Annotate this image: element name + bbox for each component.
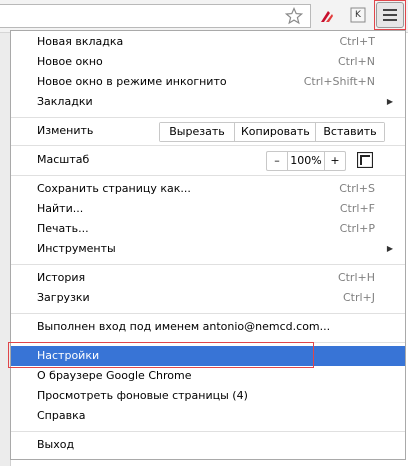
settings-highlight-frame: [8, 342, 314, 368]
menu-item-label: Просмотреть фоновые страницы (4): [37, 389, 248, 402]
menu-item-label: Печать...: [37, 222, 89, 235]
menu-item-label: Новое окно в режиме инкогнито: [37, 75, 227, 88]
menu-item-label: Загрузки: [37, 291, 90, 304]
menu-item-zoom: Масштаб – 100% +: [11, 149, 405, 171]
menu-item-label: Изменить: [37, 124, 94, 137]
menu-separator: [11, 431, 405, 432]
menu-separator: [11, 175, 405, 176]
menu-item-bookmarks[interactable]: Закладки ▶: [11, 92, 405, 112]
menu-item-exit[interactable]: Выход: [11, 435, 405, 455]
menu-item-shortcut: Ctrl+T: [339, 35, 375, 48]
cut-button[interactable]: Вырезать: [160, 123, 235, 141]
submenu-arrow-icon: ▶: [386, 244, 393, 253]
menu-item-label: Закладки: [37, 95, 93, 108]
menu-item-shortcut: Ctrl+H: [337, 271, 375, 284]
menu-item-shortcut: Ctrl+Shift+N: [303, 75, 375, 88]
menu-item-shortcut: Ctrl+N: [337, 55, 375, 68]
menu-item-new-window[interactable]: Новое окно Ctrl+N: [11, 52, 405, 72]
menu-item-label: Сохранить страницу как...: [37, 182, 191, 195]
menu-item-print[interactable]: Печать... Ctrl+P: [11, 219, 405, 239]
browser-toolbar: K: [0, 0, 408, 33]
zoom-out-button[interactable]: –: [267, 152, 288, 170]
menu-item-new-tab[interactable]: Новая вкладка Ctrl+T: [11, 32, 405, 52]
zoom-in-button[interactable]: +: [325, 152, 345, 170]
bookmark-star-icon[interactable]: [284, 6, 304, 26]
menu-item-label: История: [37, 271, 86, 284]
menu-item-find[interactable]: Найти... Ctrl+F: [11, 199, 405, 219]
fullscreen-button[interactable]: [355, 150, 375, 170]
edit-button-group: Вырезать Копировать Вставить: [159, 122, 385, 142]
menu-item-label: Выход: [37, 438, 75, 451]
menu-item-label: Инструменты: [37, 242, 116, 255]
menu-item-label: Масштаб: [37, 153, 90, 166]
menu-item-help[interactable]: Справка: [11, 406, 405, 426]
menu-item-shortcut: Ctrl+F: [339, 202, 375, 215]
menu-separator: [11, 145, 405, 146]
menu-item-shortcut: Ctrl+S: [339, 182, 375, 195]
menu-item-background-pages[interactable]: Просмотреть фоновые страницы (4): [11, 386, 405, 406]
extension-k-icon[interactable]: K: [349, 6, 367, 24]
chrome-menu: Новая вкладка Ctrl+T Новое окно Ctrl+N Н…: [10, 30, 406, 460]
extension-red-icon[interactable]: [318, 7, 336, 25]
extension-k-letter: K: [355, 10, 361, 20]
menu-item-label: О браузере Google Chrome: [37, 369, 192, 382]
menu-item-label: Выполнен вход под именем antonio@nemcd.c…: [37, 320, 331, 333]
menu-item-label: Новое окно: [37, 55, 103, 68]
menu-item-save-page[interactable]: Сохранить страницу как... Ctrl+S: [11, 179, 405, 199]
copy-button[interactable]: Копировать: [235, 123, 316, 141]
menu-button-highlight: [374, 0, 406, 30]
menu-item-incognito[interactable]: Новое окно в режиме инкогнито Ctrl+Shift…: [11, 72, 405, 92]
menu-separator: [11, 117, 405, 118]
menu-item-label: Новая вкладка: [37, 35, 124, 48]
menu-item-shortcut: Ctrl+J: [342, 291, 375, 304]
zoom-value: 100%: [288, 152, 325, 170]
fullscreen-icon: [357, 152, 373, 168]
menu-item-signed-in[interactable]: Выполнен вход под именем antonio@nemcd.c…: [11, 317, 405, 337]
menu-item-history[interactable]: История Ctrl+H: [11, 268, 405, 288]
menu-item-label: Справка: [37, 409, 86, 422]
menu-separator: [11, 313, 405, 314]
omnibox[interactable]: [0, 4, 311, 28]
menu-item-tools[interactable]: Инструменты ▶: [11, 239, 405, 259]
submenu-arrow-icon: ▶: [386, 97, 393, 106]
menu-item-label: Найти...: [37, 202, 84, 215]
paste-button[interactable]: Вставить: [316, 123, 384, 141]
zoom-control: – 100% +: [266, 151, 346, 171]
menu-item-about[interactable]: О браузере Google Chrome: [11, 366, 405, 386]
menu-separator: [11, 264, 405, 265]
menu-item-shortcut: Ctrl+P: [339, 222, 375, 235]
menu-item-edit: Изменить Вырезать Копировать Вставить: [11, 120, 405, 142]
menu-item-downloads[interactable]: Загрузки Ctrl+J: [11, 288, 405, 308]
